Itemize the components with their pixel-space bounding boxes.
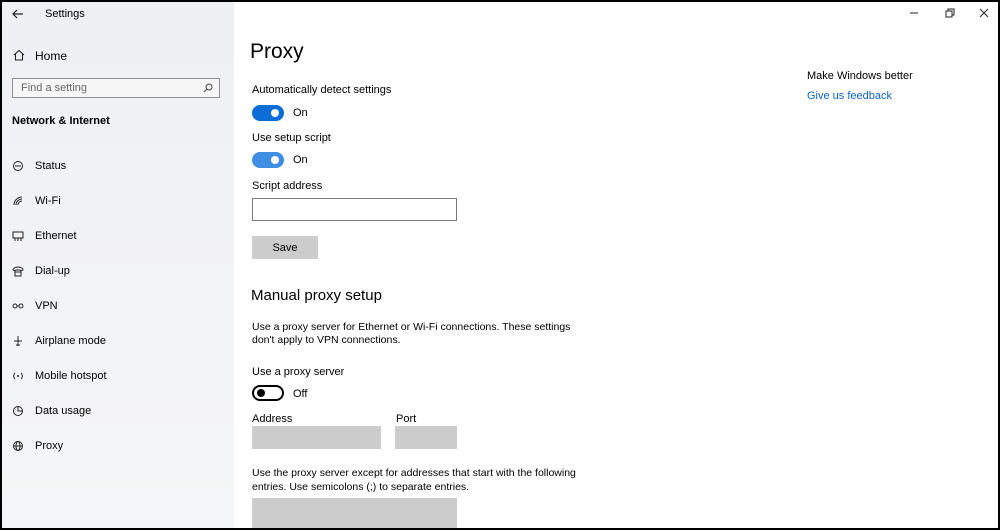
address-label: Address (252, 413, 293, 425)
sidebar-item-label: Dial-up (35, 265, 70, 277)
vpn-icon (11, 299, 25, 313)
make-windows-better-heading: Make Windows better (807, 70, 913, 82)
sidebar-item-label: Wi-Fi (35, 195, 61, 207)
auto-detect-label: Automatically detect settings (252, 84, 392, 96)
data-usage-icon (11, 404, 25, 418)
main-content: Proxy Automatically detect settings On U… (234, 2, 998, 528)
auto-detect-state: On (293, 107, 308, 119)
close-icon[interactable] (976, 6, 992, 20)
port-label: Port (396, 413, 417, 425)
search-icon[interactable] (202, 82, 214, 94)
sidebar-home-label: Home (35, 49, 68, 63)
back-arrow-icon[interactable] (10, 6, 26, 22)
restore-icon[interactable] (942, 6, 958, 20)
use-proxy-label: Use a proxy server (252, 366, 345, 378)
home-icon (12, 48, 26, 62)
dialup-icon (11, 264, 25, 278)
script-address-input[interactable] (252, 198, 457, 221)
sidebar-item-label: Airplane mode (35, 335, 106, 347)
address-field[interactable] (252, 426, 381, 449)
section-title: Network & Internet (12, 115, 110, 127)
use-proxy-toggle[interactable] (252, 385, 284, 401)
globe-icon (11, 439, 25, 453)
settings-window: Settings Home Find a setting Network & I… (2, 2, 998, 528)
hotspot-icon (11, 369, 25, 383)
exceptions-description: Use the proxy server except for addresse… (252, 467, 576, 493)
sidebar-item-vpn[interactable]: VPN (2, 294, 234, 318)
window-title: Settings (45, 8, 85, 20)
manual-proxy-heading: Manual proxy setup (251, 287, 382, 304)
sidebar-item-label: VPN (35, 300, 58, 312)
sidebar-item-label: Proxy (35, 440, 64, 452)
sidebar-item-wifi[interactable]: Wi-Fi (2, 189, 234, 213)
sidebar-item-label: Data usage (35, 405, 92, 417)
sidebar-item-ethernet[interactable]: Ethernet (2, 224, 234, 248)
feedback-link[interactable]: Give us feedback (807, 90, 892, 102)
sidebar-item-mobile-hotspot[interactable]: Mobile hotspot (2, 364, 234, 388)
port-field[interactable] (395, 426, 457, 449)
airplane-icon (11, 334, 25, 348)
script-address-label: Script address (252, 180, 323, 192)
setup-script-state: On (293, 154, 308, 166)
setup-script-label: Use setup script (252, 132, 331, 144)
setup-script-toggle[interactable] (252, 152, 284, 168)
ethernet-icon (11, 229, 25, 243)
sidebar-item-proxy[interactable]: Proxy (2, 434, 234, 458)
sidebar-item-label: Status (35, 160, 67, 172)
sidebar-item-status[interactable]: Status (2, 154, 234, 178)
sidebar-item-label: Ethernet (35, 230, 77, 242)
save-button[interactable]: Save (252, 236, 318, 259)
auto-detect-toggle[interactable] (252, 105, 284, 121)
page-title: Proxy (250, 40, 304, 63)
search-input[interactable]: Find a setting (12, 78, 220, 98)
sidebar-home[interactable]: Home (2, 44, 234, 68)
sidebar: Settings Home Find a setting Network & I… (2, 2, 234, 528)
sidebar-item-dialup[interactable]: Dial-up (2, 259, 234, 283)
manual-proxy-description: Use a proxy server for Ethernet or Wi-Fi… (252, 321, 571, 346)
sidebar-item-label: Mobile hotspot (35, 370, 107, 382)
sidebar-item-airplane-mode[interactable]: Airplane mode (2, 329, 234, 353)
minimize-icon[interactable] (906, 6, 922, 20)
sidebar-item-data-usage[interactable]: Data usage (2, 399, 234, 423)
use-proxy-state: Off (293, 388, 308, 400)
status-icon (11, 159, 25, 173)
exceptions-textarea[interactable] (252, 498, 457, 528)
search-placeholder: Find a setting (21, 82, 88, 94)
wifi-icon (11, 194, 25, 208)
